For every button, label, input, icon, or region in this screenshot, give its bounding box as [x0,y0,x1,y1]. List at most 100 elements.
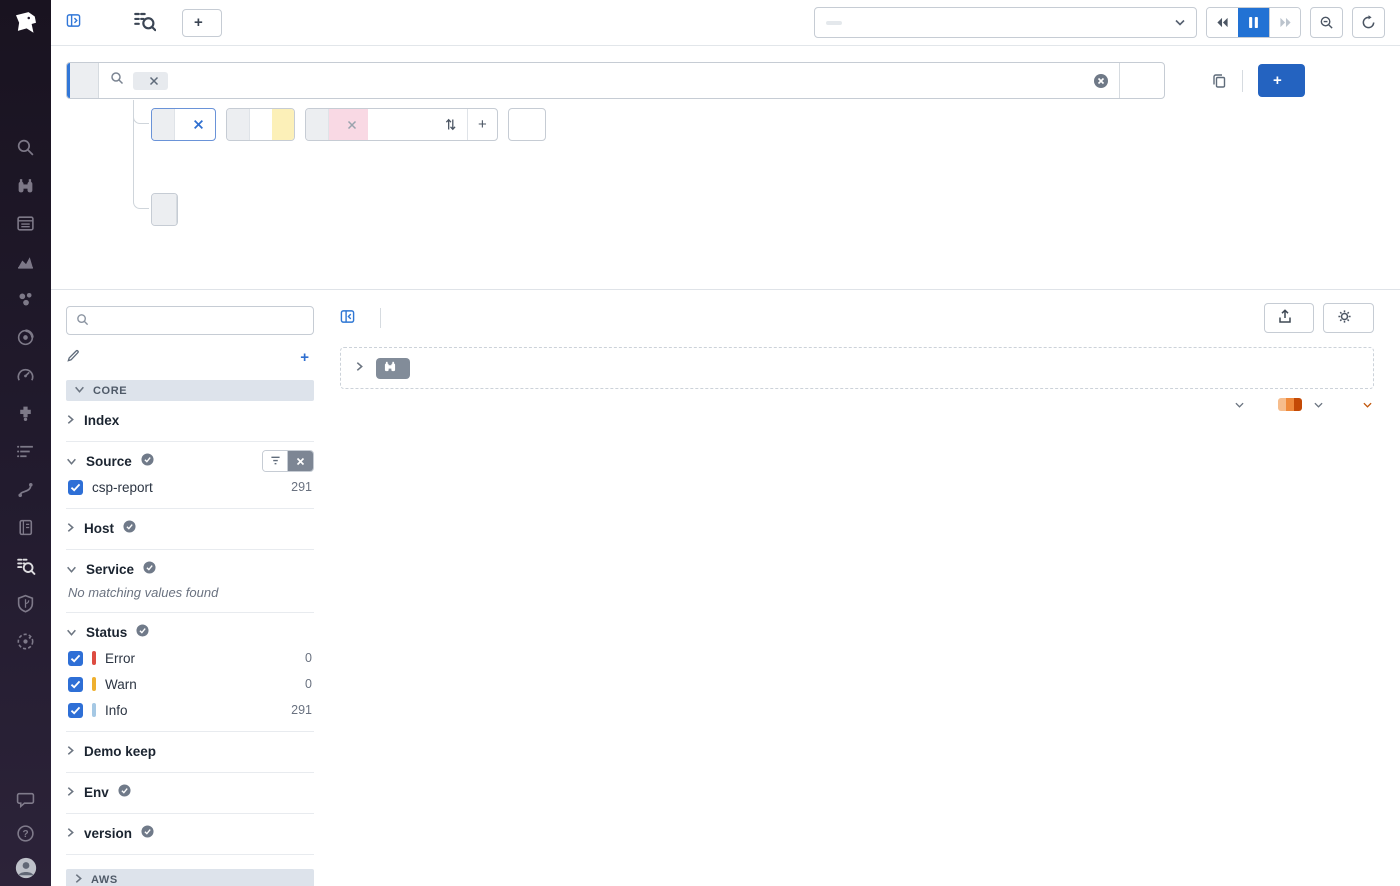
raw-query-toggle[interactable] [1119,63,1164,98]
options-button[interactable] [1323,303,1374,333]
by-label [306,109,329,140]
apm-icon[interactable] [15,327,37,348]
left-nav-rail: ? [0,0,51,886]
metrics-icon[interactable] [15,251,37,272]
facet-header-index[interactable]: Index [66,407,314,433]
datadog-logo[interactable] [9,7,43,41]
limit-to-label [368,109,390,140]
save-button[interactable]: + [182,9,222,37]
search-filter-tag[interactable] [133,72,168,90]
remove-group-icon[interactable] [193,119,204,130]
sigma-button[interactable] [509,109,545,140]
rail-bottom-icons: ? [15,789,37,878]
hide-controls-button[interactable] [340,309,363,327]
facet-count: 0 [305,677,314,691]
time-range-picker[interactable] [814,7,1197,38]
synthetics-icon[interactable] [15,365,37,386]
sort-order-icon[interactable] [434,109,467,140]
notebooks-icon[interactable] [15,517,37,538]
checkbox-checked[interactable] [68,651,83,666]
status-color-bar [92,651,96,665]
orange-palette-swatch [1278,398,1302,411]
limit-count[interactable] [412,109,434,140]
clear-search-button[interactable] [1083,63,1119,98]
facet-header-demo-keep[interactable]: Demo keep [66,738,314,764]
chat-icon[interactable] [15,789,37,810]
checkbox-checked[interactable] [68,677,83,692]
log-search-box[interactable] [66,62,1165,99]
main-chart-plot[interactable] [385,431,1370,829]
events-icon[interactable] [15,441,37,462]
facet-group-core[interactable]: CORE [66,380,314,401]
violated-directives-timeseries[interactable] [340,431,1374,886]
facet-group-aws[interactable]: AWS [66,869,314,886]
pencil-icon[interactable] [66,348,81,366]
add-group-by-button[interactable]: + [467,109,497,140]
log-volume-minichart[interactable] [66,194,1385,270]
facet-group-label: CORE [93,385,127,397]
verified-check-icon [118,784,131,800]
remove-tag-icon[interactable] [149,76,159,86]
facet-filter-button[interactable] [263,451,288,471]
group-into-control[interactable] [151,108,216,141]
facet-search-box[interactable] [66,306,314,335]
facet-value-warn[interactable]: Warn0 [66,671,314,697]
search-icon [110,71,124,90]
facet-search-input[interactable] [97,313,304,328]
formula-control[interactable] [508,108,546,141]
group-value-chip[interactable] [175,109,215,140]
facet-header-host[interactable]: Host [66,515,314,541]
add-button[interactable]: + [1258,64,1305,97]
show-control[interactable] [226,108,295,141]
views-button[interactable] [66,13,88,32]
pause-button[interactable] [1238,8,1269,37]
facet-header-env[interactable]: Env [66,779,314,805]
facet-value-csp-report[interactable]: csp-report291 [66,474,314,500]
facet-count: 0 [305,651,314,665]
integrations-icon[interactable] [15,403,37,424]
rail-icon-list [15,137,37,652]
copy-icon[interactable] [1211,73,1227,89]
facet-header-version[interactable]: version [66,820,314,846]
refresh-button[interactable] [1352,7,1385,38]
facet-value-info[interactable]: Info291 [66,697,314,723]
search-icon[interactable] [15,137,37,158]
by-value-chip[interactable] [329,109,368,140]
export-button[interactable] [1264,303,1314,333]
facet-value-error[interactable]: Error0 [66,645,314,671]
export-icon [1278,309,1292,327]
rewind-button[interactable] [1207,8,1238,37]
add-facet-button[interactable]: + [300,350,314,365]
checkbox-checked[interactable] [68,480,83,495]
aggregation-function[interactable] [250,109,272,140]
facet-group-label: AWS [91,874,118,886]
logs-icon-active[interactable] [15,555,37,576]
checkbox-checked[interactable] [68,703,83,718]
zoom-out-button[interactable] [1310,7,1343,38]
dashboards-icon[interactable] [15,213,37,234]
display-select[interactable] [1229,402,1244,408]
infrastructure-icon[interactable] [15,289,37,310]
color-select[interactable] [1278,398,1323,411]
watchdog-icon[interactable] [15,175,37,196]
facet-panel: + CORE Index Sourcecsp-report291 Host Servic… [66,290,314,886]
facet-header-source[interactable]: Source [66,448,314,474]
rollup-select[interactable] [1357,402,1372,408]
by-control[interactable]: + [305,108,498,141]
chevron-right-icon [355,359,364,377]
search-input-area[interactable] [99,63,1083,98]
limit-order[interactable] [390,109,412,140]
compliance-icon[interactable] [15,631,37,652]
remove-by-icon[interactable] [347,120,357,130]
minichart-plot[interactable] [97,200,1383,246]
aggregation-target[interactable] [272,109,294,140]
user-avatar[interactable] [15,857,37,878]
facet-header-service[interactable]: Service [66,556,314,582]
fast-forward-button[interactable] [1269,8,1300,37]
facet-clear-button[interactable] [288,451,313,471]
ci-pipelines-icon[interactable] [15,479,37,500]
security-icon[interactable] [15,593,37,614]
help-icon[interactable]: ? [15,823,37,844]
facet-header-status[interactable]: Status [66,619,314,645]
watchdog-insights-row[interactable] [340,347,1374,389]
